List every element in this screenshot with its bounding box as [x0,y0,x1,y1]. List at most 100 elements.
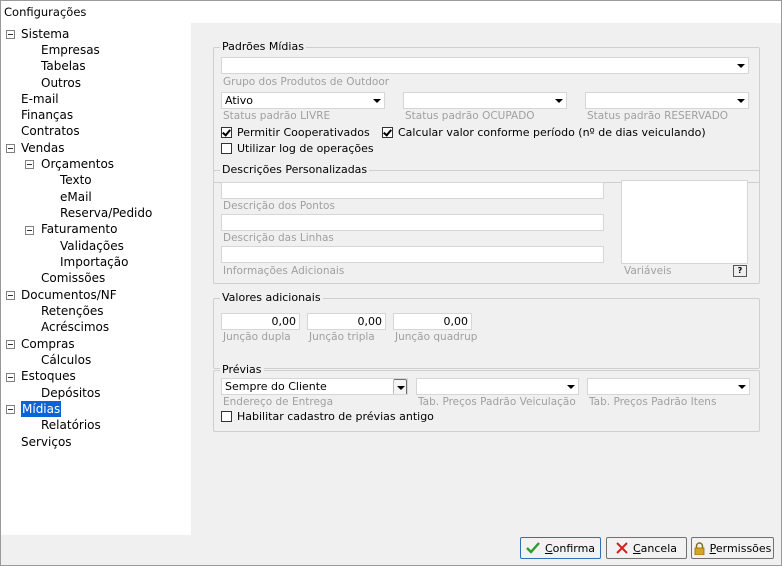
lock-icon [694,541,705,555]
tree-item-vendas[interactable]: Vendas [21,140,65,156]
permissoes-label: Permissões [709,541,772,555]
tree-item-acrescimos[interactable]: Acréscimos [41,319,109,335]
valores-adicionais-group: Valores adicionais 0,00 Junção dupla 0,0… [213,291,760,369]
descricao-linhas-input[interactable] [221,214,604,231]
collapse-icon[interactable] [6,373,15,382]
previas-legend: Prévias [220,363,264,376]
status-livre-select[interactable]: Ativo [221,92,385,109]
help-icon[interactable]: ? [733,265,747,277]
tab-precos-veiculacao-label: Tab. Preços Padrão Veiculação [418,396,576,408]
settings-panel: Padrões Mídias Grupo dos Produtos de Out… [192,23,781,535]
collapse-icon[interactable] [6,405,15,414]
variaveis-list[interactable] [621,180,748,264]
status-reservado-label: Status padrão RESERVADO [587,110,729,122]
valores-adicionais-legend: Valores adicionais [220,291,323,304]
tree-item-servicos[interactable]: Serviços [21,434,72,450]
tab-precos-itens-label: Tab. Preços Padrão Itens [589,396,717,408]
tree-item-email-orcamento[interactable]: eMail [60,189,92,205]
padroes-midias-legend: Padrões Mídias [220,40,306,53]
chevron-down-icon[interactable] [734,93,748,108]
calcular-valor-checkbox[interactable]: Calcular valor conforme período (nº de d… [382,126,706,139]
chevron-down-icon[interactable] [552,93,566,108]
collapse-icon[interactable] [6,144,15,153]
tree-item-calculos[interactable]: Cálculos [41,352,91,368]
confirma-label: Confirma [544,541,596,555]
endereco-entrega-value: Sempre do Cliente [225,380,327,393]
check-icon [526,542,540,554]
cancela-button[interactable]: Cancela [606,537,687,559]
juncao-dupla-input[interactable]: 0,00 [221,313,300,330]
endereco-entrega-select[interactable]: Sempre do Cliente [221,378,408,395]
chevron-down-icon[interactable] [393,379,407,394]
tree-item-compras[interactable]: Compras [21,336,75,352]
tree-item-outros[interactable]: Outros [41,75,81,91]
checkbox-checked-icon[interactable] [382,127,393,138]
juncao-dupla-label: Junção dupla [223,331,291,343]
cooperativados-checkbox[interactable]: Permitir Cooperativados [221,126,370,139]
tree-item-relatorios[interactable]: Relatórios [41,417,101,433]
descricao-linhas-label: Descrição das Linhas [223,232,334,244]
grupo-produtos-select[interactable] [221,57,749,74]
tree-item-midias[interactable]: Mídias [21,401,62,417]
endereco-entrega-label: Endereço de Entrega [223,396,334,408]
chevron-down-icon[interactable] [564,379,578,394]
tree-item-reserva-pedido[interactable]: Reserva/Pedido [60,205,152,221]
juncao-tripla-input[interactable]: 0,00 [307,313,386,330]
juncao-quadrupla-input[interactable]: 0,00 [393,313,472,330]
permissoes-button[interactable]: Permissões [691,537,774,559]
status-livre-label: Status padrão LIVRE [223,110,331,122]
informacoes-adicionais-label: Informações Adicionais [223,265,345,277]
cancela-label: Cancela [632,541,677,555]
tree-item-sistema[interactable]: Sistema [21,26,69,42]
tree-item-faturamento[interactable]: Faturamento [41,221,117,237]
descricoes-legend: Descrições Personalizadas [220,163,370,176]
checkbox-checked-icon[interactable] [221,127,232,138]
collapse-icon[interactable] [6,340,15,349]
juncao-quadrupla-label: Junção quadrup [395,331,478,343]
status-livre-value: Ativo [225,94,253,107]
informacoes-adicionais-input[interactable] [221,246,604,263]
grupo-produtos-label: Grupo dos Produtos de Outdoor [223,76,390,88]
tree-item-contratos[interactable]: Contratos [21,123,80,139]
descricao-pontos-input[interactable] [221,182,604,199]
variaveis-label: Variáveis [624,265,672,277]
collapse-icon[interactable] [25,160,34,169]
status-ocupado-select[interactable] [403,92,567,109]
tree-item-tabelas[interactable]: Tabelas [41,58,86,74]
checkbox-unchecked-icon[interactable] [221,411,232,422]
tree-item-documentos-nf[interactable]: Documentos/NF [21,287,117,303]
tab-precos-veiculacao-select[interactable] [416,378,579,395]
collapse-icon[interactable] [25,226,34,235]
tree-item-empresas[interactable]: Empresas [41,42,100,58]
title-bar: Configurações [1,1,781,23]
log-operacoes-checkbox[interactable]: Utilizar log de operações [221,142,374,155]
juncao-tripla-label: Junção tripla [309,331,375,343]
settings-tree[interactable]: Sistema Empresas Tabelas Outros E-mail F… [1,23,191,535]
tree-item-retencoes[interactable]: Retenções [41,303,103,319]
descricao-pontos-label: Descrição dos Pontos [223,200,335,212]
tree-item-financas[interactable]: Finanças [21,107,73,123]
tree-item-importacao[interactable]: Importação [60,254,128,270]
habilitar-previas-checkbox[interactable]: Habilitar cadastro de prévias antigo [221,410,434,423]
chevron-down-icon[interactable] [370,93,384,108]
log-operacoes-label: Utilizar log de operações [237,142,374,155]
collapse-icon[interactable] [6,30,15,39]
tree-item-email[interactable]: E-mail [21,91,59,107]
tree-item-comissoes[interactable]: Comissões [41,270,105,286]
chevron-down-icon[interactable] [735,379,749,394]
checkbox-unchecked-icon[interactable] [221,143,232,154]
x-icon [616,542,628,554]
tab-precos-itens-select[interactable] [587,378,750,395]
confirma-button[interactable]: Confirma [520,537,601,559]
tree-item-depositos[interactable]: Depósitos [41,385,100,401]
tree-item-validacoes[interactable]: Validações [60,238,124,254]
status-reservado-select[interactable] [585,92,749,109]
tree-item-texto[interactable]: Texto [60,172,92,188]
collapse-icon[interactable] [6,291,15,300]
configuracoes-window: Configurações Sistema Empresas Tabelas O… [0,0,782,566]
chevron-down-icon[interactable] [734,58,748,73]
tree-item-estoques[interactable]: Estoques [21,368,76,384]
descricoes-group: Descrições Personalizadas Descrição dos … [213,163,760,284]
previas-group: Prévias Sempre do Cliente Endereço de En… [213,363,760,432]
tree-item-orcamentos[interactable]: Orçamentos [41,156,114,172]
